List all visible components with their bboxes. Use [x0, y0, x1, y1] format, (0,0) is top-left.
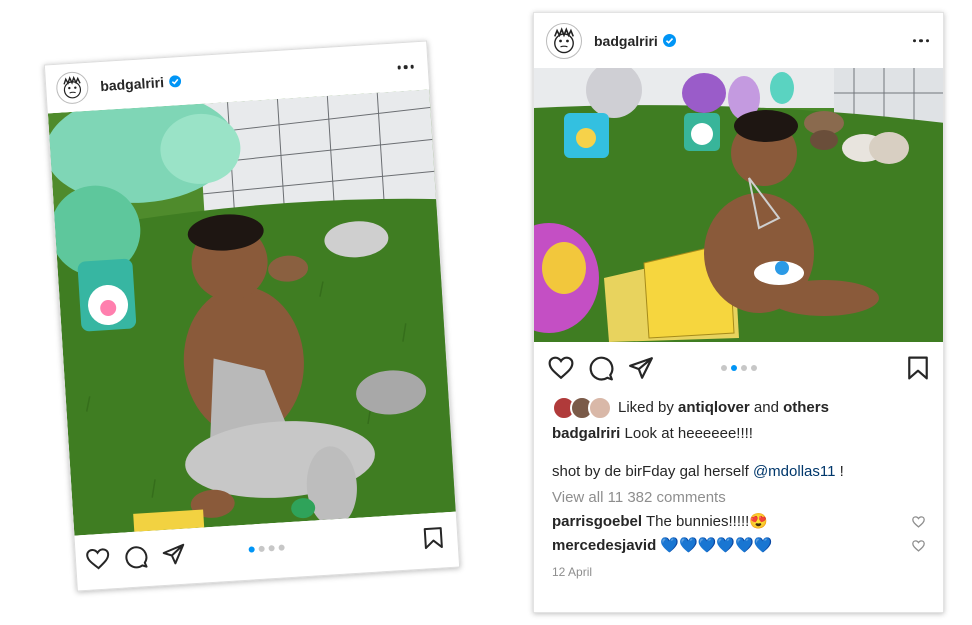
liked-and: and — [753, 399, 779, 416]
comment-text: 💙💙💙💙💙💙 — [660, 537, 773, 554]
liked-others-link[interactable]: others — [783, 399, 829, 416]
comment-item: mercedesjavid 💙💙💙💙💙💙 — [552, 534, 925, 558]
carousel-dot — [268, 545, 275, 552]
view-all-comments-link[interactable]: View all 11 382 comments — [552, 486, 925, 510]
more-options-icon[interactable] — [912, 38, 929, 43]
carousel-dot — [740, 365, 747, 371]
post-details: Liked by antiqlover and others badgalrir… — [534, 396, 943, 584]
comment-text: The bunnies!!!!!😍 — [645, 513, 769, 530]
comment-username[interactable]: parrisgoebel — [552, 513, 642, 530]
comment-item: parrisgoebel The bunnies!!!!!😍 — [552, 510, 925, 534]
save-bookmark-icon[interactable] — [907, 356, 929, 380]
caption-text: Look at heeeeee!!!! — [624, 425, 753, 442]
carousel-dot — [750, 365, 757, 371]
comment-like-heart-icon[interactable] — [912, 540, 925, 552]
avatar-face-icon — [63, 75, 82, 99]
share-plane-icon[interactable] — [161, 542, 186, 567]
comment-like-heart-icon[interactable] — [912, 516, 925, 528]
right-post-card: badgalriri Liked by antiqlover and other… — [533, 12, 944, 613]
post-photo — [47, 89, 456, 536]
carousel-dot — [258, 545, 265, 553]
share-plane-icon[interactable] — [628, 355, 654, 381]
post-header: badgalriri — [534, 13, 943, 68]
post-date: 12 April — [552, 565, 593, 579]
credit-end: ! — [839, 463, 844, 480]
credit-text: shot by de birFday gal herself — [552, 463, 749, 480]
post-username[interactable]: badgalriri — [594, 33, 658, 49]
post-photo — [534, 68, 943, 342]
comment-username[interactable]: mercedesjavid — [552, 537, 656, 554]
carousel-indicator — [248, 544, 285, 553]
left-post-card: badgalriri — [43, 40, 461, 592]
post-username[interactable]: badgalriri — [100, 74, 165, 94]
caption-credit: shot by de birFday gal herself @mdollas1… — [552, 460, 925, 484]
carousel-indicator — [720, 365, 757, 371]
profile-avatar[interactable] — [55, 70, 90, 105]
comment-bubble-icon[interactable] — [123, 544, 148, 569]
post-action-bar — [534, 342, 943, 394]
comment-bubble-icon[interactable] — [588, 355, 614, 381]
liked-prefix: Liked by — [618, 399, 674, 416]
verified-badge-icon — [168, 75, 182, 88]
save-bookmark-icon[interactable] — [423, 526, 444, 550]
carousel-dot-active — [248, 546, 255, 553]
liked-by-row: Liked by antiqlover and others — [552, 396, 925, 420]
avatar-face-icon — [554, 26, 574, 53]
baby-with-book-photo — [534, 68, 943, 342]
liked-by-text: Liked by antiqlover and others — [618, 396, 829, 420]
verified-badge-icon — [662, 34, 676, 47]
credit-mention-link[interactable]: @mdollas11 — [753, 463, 836, 480]
carousel-dot — [720, 365, 727, 371]
baby-on-grass-photo — [47, 89, 456, 536]
more-options-icon[interactable] — [397, 64, 414, 70]
post-caption: badgalriri Look at heeeeee!!!! — [552, 422, 925, 446]
liker-avatar[interactable] — [588, 396, 612, 420]
like-heart-icon[interactable] — [548, 356, 574, 380]
carousel-dot — [278, 544, 285, 551]
like-heart-icon[interactable] — [85, 547, 110, 570]
caption-username[interactable]: badgalriri — [552, 425, 620, 442]
profile-avatar[interactable] — [546, 22, 582, 59]
liked-user-link[interactable]: antiqlover — [678, 399, 750, 416]
carousel-dot-active — [730, 365, 737, 371]
